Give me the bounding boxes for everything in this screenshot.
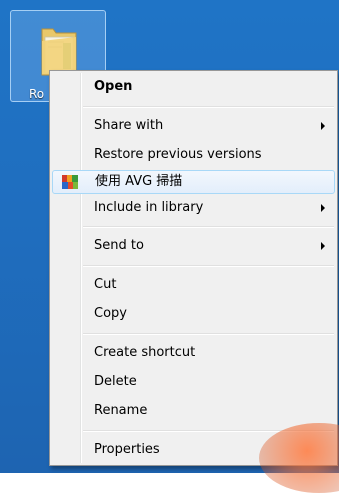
menu-item-restore-previous-versions[interactable]: Restore previous versions [52, 143, 335, 167]
menu-item-share-with-label: Share with [94, 118, 164, 133]
menu-item-properties[interactable]: Properties [52, 438, 335, 462]
menu-item-include-label: Include in library [94, 200, 204, 215]
menu-item-cut-label: Cut [94, 277, 117, 292]
menu-separator [83, 106, 334, 108]
menu-item-cut[interactable]: Cut [52, 273, 335, 297]
menu-item-delete-label: Delete [94, 374, 137, 389]
menu-item-share-with[interactable]: Share with [52, 114, 335, 138]
avg-icon [62, 175, 78, 189]
context-menu: Open Share with Restore previous version… [49, 70, 338, 466]
menu-separator [83, 333, 334, 335]
menu-item-delete[interactable]: Delete [52, 370, 335, 394]
submenu-arrow-icon [321, 242, 325, 250]
menu-item-copy[interactable]: Copy [52, 302, 335, 326]
menu-item-avg-label: 使用 AVG 掃描 [95, 174, 183, 189]
desktop-background: Ro Open Share with Restore previous vers… [0, 0, 339, 493]
menu-item-open[interactable]: Open [52, 75, 335, 99]
menu-item-create-shortcut-label: Create shortcut [94, 345, 196, 360]
menu-item-send-to[interactable]: Send to [52, 234, 335, 258]
menu-separator [83, 430, 334, 432]
menu-item-open-label: Open [94, 79, 133, 94]
menu-separator [83, 265, 334, 267]
menu-item-restore-label: Restore previous versions [94, 147, 262, 162]
menu-item-scan-with-avg[interactable]: 使用 AVG 掃描 [52, 170, 335, 194]
menu-item-properties-label: Properties [94, 442, 160, 457]
submenu-arrow-icon [321, 122, 325, 130]
submenu-arrow-icon [321, 204, 325, 212]
menu-item-rename-label: Rename [94, 403, 148, 418]
menu-separator [83, 226, 334, 228]
menu-item-create-shortcut[interactable]: Create shortcut [52, 341, 335, 365]
menu-item-rename[interactable]: Rename [52, 399, 335, 423]
menu-item-copy-label: Copy [94, 306, 127, 321]
menu-item-include-in-library[interactable]: Include in library [52, 196, 335, 220]
menu-item-send-to-label: Send to [94, 238, 144, 253]
